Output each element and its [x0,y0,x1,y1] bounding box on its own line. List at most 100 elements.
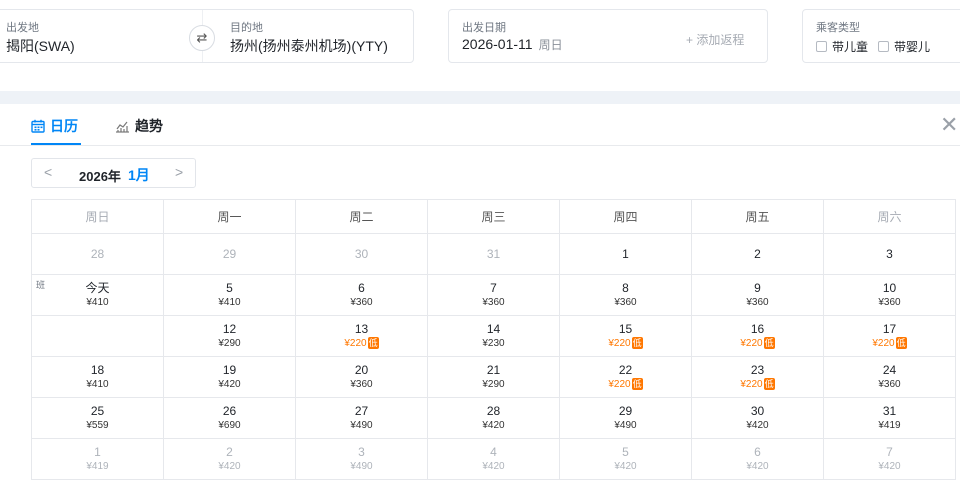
next-month-button[interactable]: > [175,164,183,180]
workday-tag: 班 [36,280,46,290]
day-price: ¥419 [86,461,109,472]
calendar-day[interactable]: 7 ¥420 [823,438,956,480]
day-number: 6 [754,445,761,459]
swap-icon[interactable]: ⇄ [189,25,215,51]
day-number: 15 [618,322,633,336]
calendar-day[interactable]: 8 ¥360 [559,274,692,316]
calendar-week-row: 18 ¥410 19 ¥420 20 ¥360 21 ¥290 22 ¥220 低 23 ¥220 低 24… [31,356,956,398]
calendar-day[interactable]: 6 ¥420 [691,438,824,480]
day-number: 7 [886,445,893,459]
day-price-wrap: ¥559 [32,419,163,432]
calendar-day[interactable]: 17 ¥220 低 [823,315,956,357]
day-price-wrap: ¥410 [32,296,163,309]
day-number: 12 [222,322,237,336]
add-return-button[interactable]: + 添加返程 [686,31,744,48]
calendar-day[interactable]: 14 ¥230 [427,315,560,357]
day-price-wrap: ¥360 [428,296,559,309]
calendar-day[interactable]: 20 ¥360 [295,356,428,398]
fare-calendar: 周日 周一 周二 周三 周四 周五 周六 28 29 30 31 1 2 3 班今天 ¥410 5 ¥410 6 ¥… [31,199,956,480]
month-navigator: < 2026年 1月 > [31,158,196,188]
day-number: 28 [90,246,105,261]
day-price: ¥420 [218,379,241,390]
day-price: ¥690 [218,420,241,431]
calendar-day[interactable]: 10 ¥360 [823,274,956,316]
calendar-day[interactable]: 29 ¥490 [559,397,692,439]
calendar-day[interactable]: 30 ¥420 [691,397,824,439]
day-number: 13 [354,322,369,336]
calendar-day[interactable]: 28 ¥420 [427,397,560,439]
calendar-day[interactable]: 31 ¥419 [823,397,956,439]
month-label: 1月 [128,167,150,183]
calendar-day[interactable]: 12 ¥290 [163,315,296,357]
departure-date-box[interactable]: 出发日期 2026-01-11 周日 + 添加返程 [448,9,768,63]
day-number: 21 [486,363,501,377]
with-child-checkbox[interactable] [816,41,827,52]
with-infant-checkbox[interactable] [878,41,890,52]
day-price: ¥220 [608,379,631,390]
tab-calendar[interactable]: 日历 [31,116,78,136]
day-price: ¥220 [872,338,895,349]
day-price-wrap: ¥220 低 [692,337,823,350]
tab-trend[interactable]: 趋势 [115,116,163,136]
calendar-week-row: 1 ¥419 2 ¥420 3 ¥490 4 ¥420 5 ¥420 6 ¥420 7 ¥420 [31,438,956,480]
calendar-day[interactable]: 2 ¥420 [163,438,296,480]
calendar-day[interactable]: 16 ¥220 低 [691,315,824,357]
calendar-day[interactable]: 27 ¥490 [295,397,428,439]
calendar-day: 28 [31,233,164,275]
calendar-day[interactable]: 13 ¥220 低 [295,315,428,357]
calendar-day[interactable]: 4 ¥420 [427,438,560,480]
calendar-day[interactable]: 24 ¥360 [823,356,956,398]
calendar-day[interactable]: 6 ¥360 [295,274,428,316]
calendar-day[interactable]: 1 ¥419 [31,438,164,480]
calendar-day[interactable]: 1 [559,233,692,275]
day-number: 01/11 周日 [69,322,126,336]
close-icon[interactable]: ✕ [940,114,958,136]
calendar-day[interactable]: 21 ¥290 [427,356,560,398]
tab-trend-label: 趋势 [135,118,163,134]
calendar-day[interactable]: 3 ¥490 [295,438,428,480]
calendar-day[interactable]: 23 ¥220 低 [691,356,824,398]
day-price-wrap: ¥410 [164,296,295,309]
day-price: ¥410 [218,297,241,308]
day-number: 今天 [85,281,110,295]
calendar-day[interactable]: 18 ¥410 [31,356,164,398]
weekday-header: 周二 [295,199,428,234]
calendar-day[interactable]: 9 ¥360 [691,274,824,316]
origin-field[interactable]: 揭阳(SWA) [6,36,75,56]
low-price-badge: 低 [367,337,379,349]
weekday-header: 周日 [31,199,164,234]
day-price: ¥290 [482,379,505,390]
calendar-day[interactable]: 3 [823,233,956,275]
with-infant-option[interactable]: 带婴儿 [878,38,930,55]
low-price-badge: 低 [895,337,907,349]
calendar-day[interactable]: 班 今天 ¥410 [31,274,164,316]
day-price-wrap: ¥490 [560,419,691,432]
day-number: 9 [754,281,761,295]
day-number: 19 [222,363,237,377]
with-child-option[interactable]: 带儿童 [816,38,868,55]
destination-field[interactable]: 扬州(扬州泰州机场)(YTY) [230,36,388,56]
calendar-day[interactable]: 22 ¥220 低 [559,356,692,398]
day-price-wrap: ¥220 低 [824,337,955,350]
day-number: 6 [358,281,365,295]
calendar-day[interactable]: 5 ¥420 [559,438,692,480]
calendar-day[interactable]: 7 ¥360 [427,274,560,316]
calendar-day-selected[interactable]: 01/11 周日 ¥410 [31,315,164,357]
calendar-day[interactable]: 2 [691,233,824,275]
departure-date-field[interactable]: 2026-01-11 周日 [462,36,563,53]
calendar-day[interactable]: 19 ¥420 [163,356,296,398]
calendar-day[interactable]: 15 ¥220 低 [559,315,692,357]
day-number: 27 [354,404,369,418]
weekday-header: 周四 [559,199,692,234]
day-price: ¥220 [740,379,763,390]
prev-month-button[interactable]: < [44,164,52,180]
day-number: 26 [222,404,237,418]
calendar-day[interactable]: 5 ¥410 [163,274,296,316]
day-number: 5 [622,445,629,459]
calendar-day[interactable]: 25 ¥559 [31,397,164,439]
day-number: 31 [882,404,897,418]
day-price-wrap: ¥420 [428,419,559,432]
calendar-week-row: 班 今天 ¥410 5 ¥410 6 ¥360 7 ¥360 8 ¥360 9 ¥360 10 ¥360 [31,274,956,316]
calendar-day[interactable]: 26 ¥690 [163,397,296,439]
day-price: ¥360 [614,297,637,308]
